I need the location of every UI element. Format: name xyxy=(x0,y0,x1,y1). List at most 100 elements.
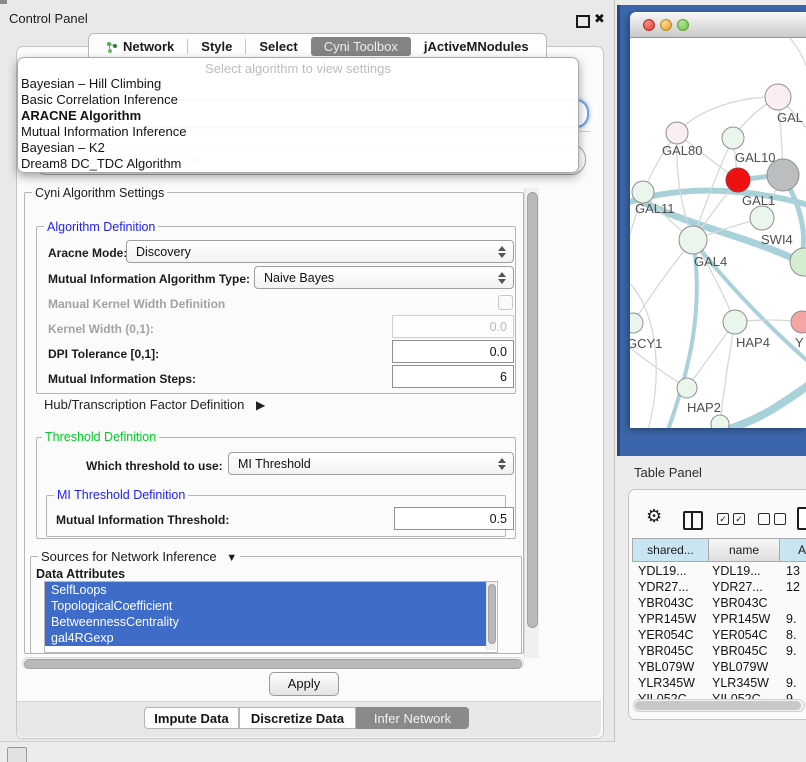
tab-infer-network[interactable]: Infer Network xyxy=(356,707,469,729)
sources-toggle[interactable]: Sources for Network Inference ▼ xyxy=(38,549,240,564)
close-icon[interactable]: ✖ xyxy=(594,11,605,27)
zoom-traffic-light-icon[interactable] xyxy=(677,19,689,31)
close-traffic-light-icon[interactable] xyxy=(643,19,655,31)
float-window-icon[interactable] xyxy=(576,15,590,28)
node-hap2[interactable] xyxy=(677,378,697,398)
tab-network[interactable]: Network xyxy=(93,37,187,56)
node-hap4[interactable] xyxy=(723,310,747,334)
kernel-width-field[interactable] xyxy=(392,315,514,338)
hub-definition-toggle[interactable]: Hub/Transcription Factor Definition ▶ xyxy=(44,397,265,412)
table-cell[interactable]: YER054C xyxy=(638,628,694,642)
settings-vertical-scrollbar[interactable] xyxy=(524,188,539,658)
table-cell[interactable]: YDL19... xyxy=(638,564,687,578)
mi-type-combo[interactable]: Naive Bayes xyxy=(254,266,514,289)
dropdown-item[interactable]: Basic Correlation Inference xyxy=(18,92,578,108)
node-swi4[interactable] xyxy=(790,248,806,276)
table-cell[interactable]: YDR27... xyxy=(712,580,763,594)
network-window-titlebar[interactable] xyxy=(630,12,806,38)
node-gal1[interactable] xyxy=(750,206,774,230)
dropdown-item[interactable]: Bayesian – K2 xyxy=(18,140,578,156)
table-cell[interactable]: 12 xyxy=(786,580,800,594)
node-gal80[interactable] xyxy=(666,122,688,144)
table-cell[interactable]: YBR043C xyxy=(638,596,694,610)
manual-kernel-checkbox[interactable] xyxy=(498,295,513,310)
column-header-name[interactable]: name xyxy=(709,538,779,562)
list-item[interactable]: BetweennessCentrality xyxy=(45,614,491,630)
group-title: Algorithm Definition xyxy=(44,220,158,234)
table-cell[interactable]: 9. xyxy=(786,644,796,658)
node-gal4[interactable] xyxy=(679,226,707,254)
column-header-shared-name[interactable]: shared... xyxy=(632,538,709,562)
split-columns-icon[interactable] xyxy=(683,511,703,530)
list-scrollbar[interactable] xyxy=(486,582,496,650)
node-label: GAL10 xyxy=(735,150,775,165)
node-label: SWI4 xyxy=(761,232,793,247)
tab-cyni-toolbox[interactable]: Cyni Toolbox xyxy=(311,37,411,56)
mi-threshold-field[interactable] xyxy=(394,507,514,530)
tab-style[interactable]: Style xyxy=(188,37,245,56)
tab-jactivemnodules[interactable]: jActiveMNodules xyxy=(411,37,542,56)
which-threshold-combo[interactable]: MI Threshold xyxy=(228,452,514,475)
tab-discretize-data[interactable]: Discretize Data xyxy=(239,707,356,729)
node-gal10[interactable] xyxy=(722,127,744,149)
partial-button[interactable] xyxy=(7,747,27,762)
table-cell[interactable]: YLR345W xyxy=(638,676,695,690)
table-horizontal-scrollbar[interactable] xyxy=(633,699,805,712)
node-gal11[interactable] xyxy=(632,181,654,203)
mi-steps-field[interactable] xyxy=(392,365,514,388)
edge xyxy=(720,322,735,424)
column-header-partial[interactable]: A xyxy=(779,538,806,562)
scrollbar-thumb[interactable] xyxy=(24,659,522,669)
table-cell[interactable]: YBL079W xyxy=(638,660,694,674)
settings-horizontal-scrollbar[interactable] xyxy=(22,657,524,669)
combo-value: MI Threshold xyxy=(238,457,311,471)
table-cell[interactable]: YBR045C xyxy=(638,644,694,658)
dropdown-item[interactable]: Bayesian – Hill Climbing xyxy=(18,76,578,92)
dropdown-item[interactable]: Mutual Information Inference xyxy=(18,124,578,140)
node-bottom[interactable] xyxy=(711,415,729,428)
aracne-mode-combo[interactable]: Discovery xyxy=(126,240,514,263)
dpi-tolerance-field[interactable] xyxy=(392,340,514,363)
table-cell[interactable]: YIL052C xyxy=(712,692,761,699)
scrollbar-thumb[interactable] xyxy=(488,584,496,644)
table-cell[interactable]: YDL19... xyxy=(712,564,761,578)
list-item[interactable]: gal4RGexp xyxy=(45,630,491,646)
table-cell[interactable]: 9 xyxy=(786,692,793,699)
node-gal-top[interactable] xyxy=(765,84,791,110)
list-item[interactable]: TopologicalCoefficient xyxy=(45,598,491,614)
tab-impute-data[interactable]: Impute Data xyxy=(144,707,239,729)
node-pink-right[interactable] xyxy=(791,311,806,333)
dropdown-item-aracne[interactable]: ARACNE Algorithm xyxy=(18,108,578,124)
minimize-traffic-light-icon[interactable] xyxy=(660,19,672,31)
dropdown-item[interactable]: Dream8 DC_TDC Algorithm xyxy=(18,156,578,172)
scrollbar-thumb[interactable] xyxy=(527,192,538,628)
table-cell[interactable]: YDR27... xyxy=(638,580,689,594)
document-icon[interactable] xyxy=(797,507,806,530)
combo-value: Naive Bayes xyxy=(264,271,334,285)
table-cell[interactable]: YPR145W xyxy=(638,612,696,626)
panel-title: Control Panel xyxy=(9,11,88,26)
scrollbar-thumb[interactable] xyxy=(635,701,801,710)
table-cell[interactable]: YIL052C xyxy=(638,692,687,699)
table-cell[interactable]: YBR043C xyxy=(712,596,768,610)
apply-button[interactable]: Apply xyxy=(269,672,339,696)
list-item[interactable]: SelfLoops xyxy=(45,582,491,598)
table-cell[interactable]: YLR345W xyxy=(712,676,769,690)
table-cell[interactable]: 8. xyxy=(786,628,796,642)
table-cell[interactable]: YBL079W xyxy=(712,660,768,674)
node-gcy1[interactable] xyxy=(630,313,643,333)
network-icon xyxy=(106,41,118,53)
table-cell[interactable]: YER054C xyxy=(712,628,768,642)
node-red-selected[interactable] xyxy=(726,168,750,192)
select-all-icon[interactable]: ✓✓ xyxy=(717,513,745,525)
tab-label: Cyni Toolbox xyxy=(324,39,398,54)
network-canvas[interactable]: GAL GAL80 GAL10 GAL1 GAL11 SWI4 GAL4 GCY… xyxy=(630,38,806,428)
tab-select[interactable]: Select xyxy=(246,37,310,56)
table-cell[interactable]: 9. xyxy=(786,612,796,626)
deselect-all-icon[interactable] xyxy=(758,513,786,525)
table-cell[interactable]: YPR145W xyxy=(712,612,770,626)
gear-icon[interactable]: ⚙ xyxy=(646,506,662,527)
table-cell[interactable]: YBR045C xyxy=(712,644,768,658)
table-cell[interactable]: 9. xyxy=(786,676,796,690)
table-cell[interactable]: 13 xyxy=(786,564,800,578)
